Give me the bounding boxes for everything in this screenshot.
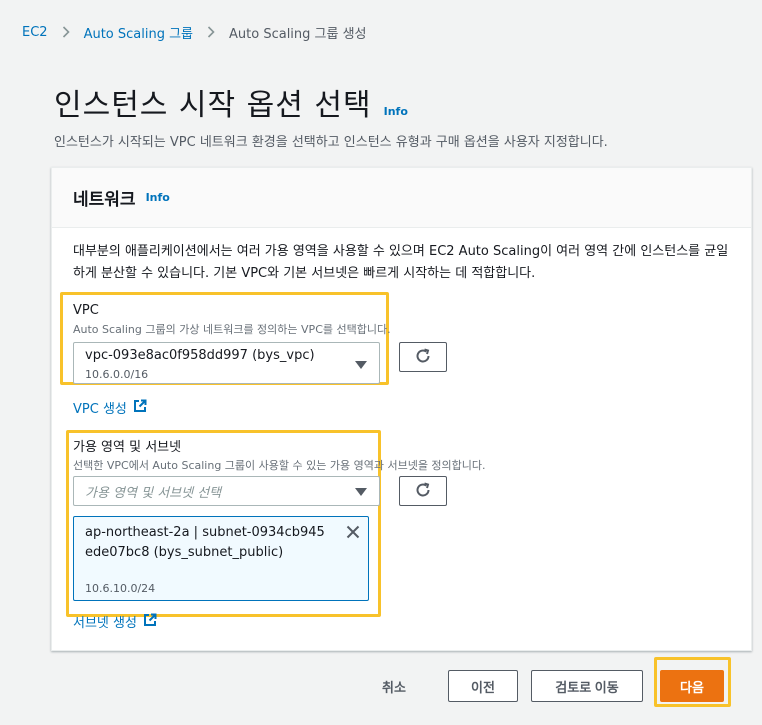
previous-button[interactable]: 이전 <box>448 670 518 702</box>
refresh-icon <box>414 481 432 502</box>
create-vpc-link[interactable]: VPC 생성 <box>73 398 147 417</box>
chevron-right-icon <box>62 26 70 38</box>
breadcrumb-current: Auto Scaling 그룹 생성 <box>229 26 367 42</box>
external-link-icon <box>137 613 157 631</box>
skip-to-review-button[interactable]: 검토로 이동 <box>531 670 643 702</box>
network-panel-header: 네트워크 Info <box>52 168 751 228</box>
vpc-description: Auto Scaling 그룹의 가상 네트워크를 정의하는 VPC를 선택합니… <box>73 323 391 336</box>
caret-down-icon <box>355 361 367 369</box>
subnets-select[interactable]: 가용 영역 및 서브넷 선택 <box>73 476 380 506</box>
subnet-token-label: ap-northeast-2a | subnet-0934cb945ede07b… <box>85 525 325 560</box>
page-header: 인스턴스 시작 옵션 선택 Info <box>54 80 408 124</box>
next-button[interactable]: 다음 <box>660 670 724 702</box>
network-info-link[interactable]: Info <box>146 191 170 204</box>
network-panel: 네트워크 Info 대부분의 애플리케이션에서는 여러 가용 영역을 사용할 수… <box>51 167 752 651</box>
create-vpc-link-label: VPC 생성 <box>73 402 127 417</box>
breadcrumb-ec2[interactable]: EC2 <box>22 25 48 40</box>
caret-down-icon <box>355 488 367 496</box>
page-info-link[interactable]: Info <box>384 105 408 118</box>
vpc-label: VPC <box>73 303 99 318</box>
cancel-button[interactable]: 취소 <box>382 670 406 702</box>
subnet-token-cidr: 10.6.10.0/24 <box>85 582 156 595</box>
close-icon[interactable] <box>346 524 360 543</box>
vpc-selected-value: vpc-093e8ac0f958dd997 (bys_vpc) <box>85 348 315 363</box>
breadcrumb: EC2 Auto Scaling 그룹 Auto Scaling 그룹 생성 <box>22 22 367 42</box>
create-subnet-link-label: 서브넷 생성 <box>73 616 137 631</box>
subnets-placeholder: 가용 영역 및 서브넷 선택 <box>85 486 222 501</box>
breadcrumb-auto-scaling-groups[interactable]: Auto Scaling 그룹 <box>84 23 193 42</box>
create-subnet-link[interactable]: 서브넷 생성 <box>73 612 157 631</box>
subnets-description: 선택한 VPC에서 Auto Scaling 그룹이 사용할 수 있는 가용 영… <box>73 459 486 472</box>
page-description: 인스턴스가 시작되는 VPC 네트워크 환경을 선택하고 인스턴스 유형과 구매… <box>54 135 608 150</box>
subnets-label: 가용 영역 및 서브넷 <box>73 440 182 455</box>
vpc-select[interactable]: vpc-093e8ac0f958dd997 (bys_vpc) 10.6.0.0… <box>73 342 380 384</box>
subnet-token: ap-northeast-2a | subnet-0934cb945ede07b… <box>73 516 369 601</box>
chevron-right-icon <box>207 26 215 38</box>
vpc-cidr: 10.6.0.0/16 <box>85 368 149 381</box>
refresh-icon <box>414 347 432 368</box>
network-title: 네트워크 <box>73 190 136 210</box>
network-description: 대부분의 애플리케이션에서는 여러 가용 영역을 사용할 수 있으며 EC2 A… <box>73 244 729 281</box>
page-title: 인스턴스 시작 옵션 선택 <box>54 88 372 123</box>
wizard-footer: 취소 이전 검토로 이동 다음 <box>0 657 762 707</box>
external-link-icon <box>127 399 147 417</box>
subnets-refresh-button[interactable] <box>399 476 447 506</box>
vpc-refresh-button[interactable] <box>399 342 447 372</box>
